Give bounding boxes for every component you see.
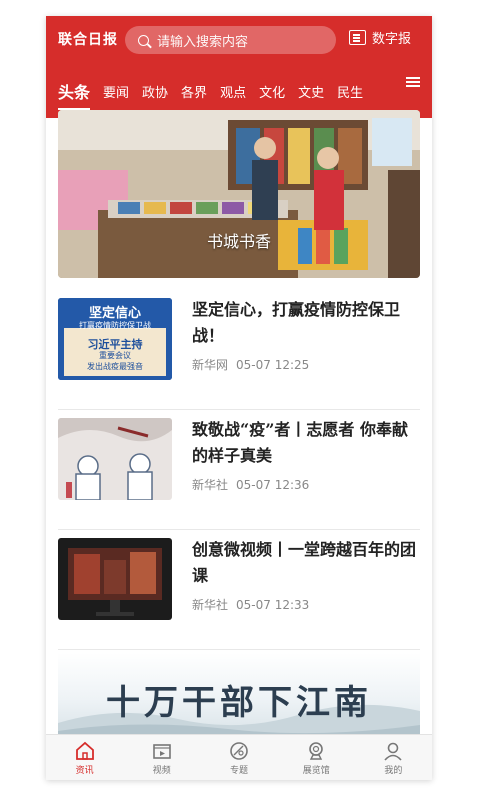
topic-icon bbox=[230, 742, 248, 760]
bottom-nav: 资讯 视频 专题 展览馆 我的 bbox=[46, 734, 432, 780]
news-item[interactable]: 致敬战“疫”者丨志愿者 你奉献的样子真美 新华社 05-07 12:36 bbox=[58, 410, 420, 530]
search-icon bbox=[138, 34, 149, 46]
app-logo: 联合日报 bbox=[58, 32, 118, 48]
news-title: 致敬战“疫”者丨志愿者 你奉献的样子真美 bbox=[192, 420, 408, 465]
nav-video[interactable]: 视频 bbox=[123, 735, 200, 780]
tab-sectors[interactable]: 各界 bbox=[181, 82, 207, 101]
search-bar[interactable]: 请输入搜索内容 bbox=[125, 26, 336, 54]
video-icon bbox=[152, 744, 171, 759]
thumb-subheading: 打赢疫情防控保卫战 bbox=[79, 321, 151, 330]
news-time: 05-07 12:36 bbox=[236, 478, 310, 492]
news-source: 新华社 bbox=[192, 478, 229, 492]
news-source: 新华网 bbox=[192, 358, 229, 372]
thumbnail-graphic bbox=[58, 538, 172, 620]
thumb-heading: 坚定信心 bbox=[88, 306, 141, 321]
channel-tabs: 头条 要闻 政协 各界 观点 文化 文史 民生 bbox=[46, 68, 432, 114]
user-icon bbox=[384, 742, 403, 761]
bookstore-illustration bbox=[58, 110, 420, 278]
nav-label: 我的 bbox=[384, 766, 403, 776]
news-thumbnail bbox=[58, 418, 172, 500]
tab-opinion[interactable]: 观点 bbox=[220, 82, 246, 101]
news-title: 创意微视频丨一堂跨越百年的团课 bbox=[192, 540, 417, 585]
hero-image[interactable]: 书城书香 bbox=[58, 110, 420, 278]
nav-label: 资讯 bbox=[75, 766, 94, 776]
news-item[interactable]: 创意微视频丨一堂跨越百年的团课 新华社 05-07 12:33 bbox=[58, 530, 420, 650]
news-title: 坚定信心，打赢疫情防控保卫战！ bbox=[192, 300, 401, 345]
tab-news[interactable]: 要闻 bbox=[103, 82, 129, 101]
news-time: 05-07 12:25 bbox=[236, 358, 310, 372]
tab-headline[interactable]: 头条 bbox=[58, 79, 91, 110]
nav-exhibition[interactable]: 展览馆 bbox=[278, 735, 355, 780]
nav-label: 专题 bbox=[230, 766, 249, 776]
nav-label: 展览馆 bbox=[302, 766, 330, 776]
news-meta: 新华网 05-07 12:25 bbox=[192, 356, 317, 373]
tab-history[interactable]: 文史 bbox=[298, 82, 324, 101]
hero-caption: 书城书香 bbox=[206, 232, 271, 251]
exhibition-icon bbox=[309, 742, 324, 760]
thumb-line: 发出战疫最强音 bbox=[87, 362, 143, 371]
nav-profile[interactable]: 我的 bbox=[355, 735, 432, 780]
news-meta: 新华社 05-07 12:36 bbox=[192, 476, 317, 493]
header: 联合日报 请输入搜索内容 数字报 头条 要闻 政协 各界 观点 文化 文史 民生 bbox=[46, 16, 432, 118]
newspaper-icon bbox=[349, 30, 366, 45]
thumb-line: 重要会议 bbox=[99, 351, 131, 360]
news-thumbnail: 坚定信心 打赢疫情防控保卫战 习近平主持 重要会议 发出战疫最强音 bbox=[58, 298, 172, 380]
menu-icon[interactable] bbox=[406, 77, 420, 79]
app-screen: 联合日报 请输入搜索内容 数字报 头条 要闻 政协 各界 观点 文化 文史 民生 bbox=[46, 16, 432, 780]
divider bbox=[58, 649, 420, 650]
nav-news[interactable]: 资讯 bbox=[46, 735, 123, 780]
news-time: 05-07 12:33 bbox=[236, 598, 310, 612]
news-source: 新华社 bbox=[192, 598, 229, 612]
thumbnail-graphic bbox=[58, 418, 172, 500]
campaign-banner[interactable]: 十万干部下江南 bbox=[58, 653, 420, 737]
nav-label: 视频 bbox=[152, 766, 171, 776]
news-item[interactable]: 坚定信心 打赢疫情防控保卫战 习近平主持 重要会议 发出战疫最强音 坚定信心，打… bbox=[58, 290, 420, 410]
news-thumbnail bbox=[58, 538, 172, 620]
home-icon bbox=[75, 741, 94, 760]
search-placeholder: 请输入搜索内容 bbox=[157, 34, 249, 50]
digital-paper-label: 数字报 bbox=[372, 32, 412, 47]
news-meta: 新华社 05-07 12:33 bbox=[192, 596, 317, 613]
tab-cppcc[interactable]: 政协 bbox=[142, 82, 168, 101]
digital-paper-button[interactable]: 数字报 bbox=[349, 28, 411, 47]
tab-culture[interactable]: 文化 bbox=[259, 82, 285, 101]
tab-livelihood[interactable]: 民生 bbox=[337, 82, 363, 101]
banner-title: 十万干部下江南 bbox=[106, 683, 372, 723]
nav-topics[interactable]: 专题 bbox=[200, 735, 277, 780]
